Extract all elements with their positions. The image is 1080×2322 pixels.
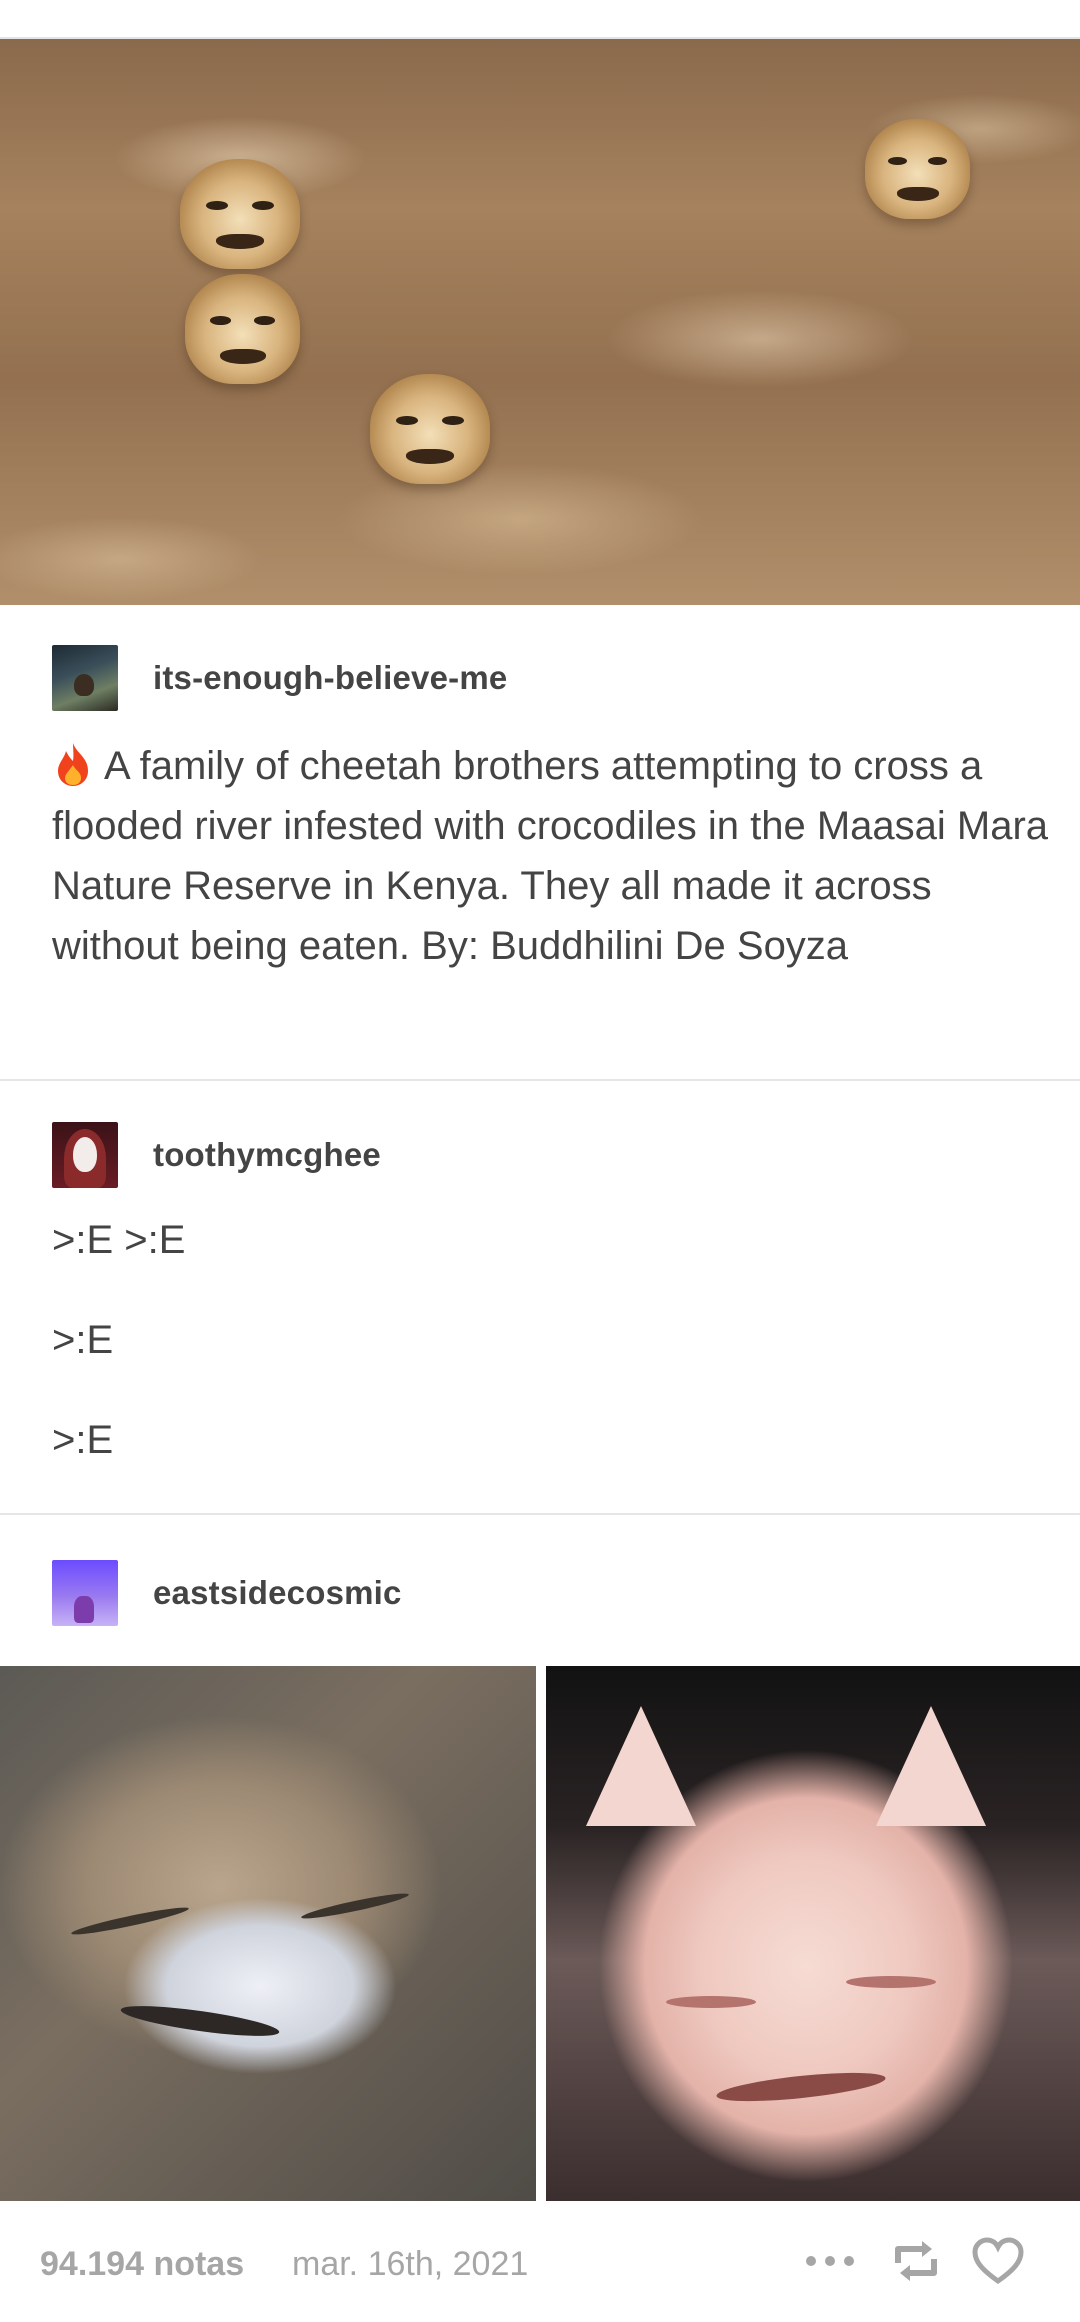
avatar[interactable]	[52, 1560, 118, 1626]
more-dots-icon[interactable]	[800, 2231, 860, 2291]
post-header: eastsidecosmic	[52, 1560, 402, 1626]
post-header: toothymcghee	[52, 1122, 381, 1188]
cheetah-head	[370, 374, 490, 484]
cheetah-head	[865, 119, 970, 219]
post-header: its-enough-believe-me	[52, 645, 507, 711]
cheetah-head	[180, 159, 300, 269]
cheetah-head	[185, 274, 300, 384]
heart-icon[interactable]	[968, 2231, 1028, 2291]
username[interactable]: toothymcghee	[153, 1136, 381, 1174]
divider	[0, 1079, 1080, 1081]
divider	[0, 1513, 1080, 1515]
notes-count[interactable]: 94.194 notas	[40, 2245, 244, 2284]
cat-photo[interactable]	[546, 1666, 1080, 2201]
post-date: mar. 16th, 2021	[292, 2245, 529, 2283]
reply-text: >:E >:E	[52, 1218, 186, 1262]
post-footer: 94.194 notas mar. 16th, 2021	[0, 2201, 1080, 2322]
username[interactable]: its-enough-believe-me	[153, 659, 507, 697]
cat-photo[interactable]	[0, 1666, 536, 2201]
reply-text: >:E	[52, 1418, 114, 1462]
reblog-icon[interactable]	[886, 2231, 946, 2291]
username[interactable]: eastsidecosmic	[153, 1574, 402, 1612]
cheetah-photo[interactable]	[0, 39, 1080, 605]
reply-text: >:E	[52, 1318, 114, 1362]
top-bar	[0, 0, 1080, 39]
post-text: A family of cheetah brothers attempting …	[52, 744, 1049, 968]
avatar[interactable]	[52, 645, 118, 711]
fire-icon	[58, 743, 88, 786]
avatar[interactable]	[52, 1122, 118, 1188]
post-body: A family of cheetah brothers attempting …	[52, 736, 1052, 976]
